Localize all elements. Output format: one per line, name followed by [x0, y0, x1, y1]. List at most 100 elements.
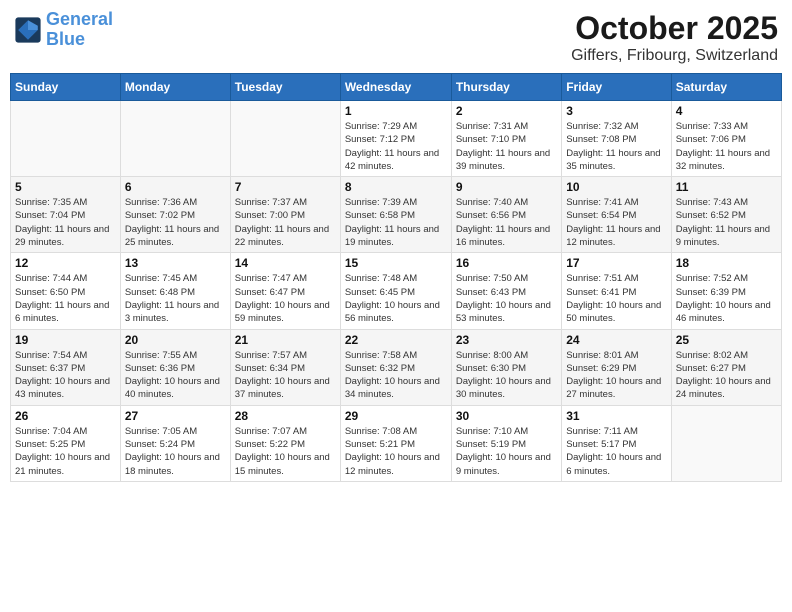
day-number: 24	[566, 333, 666, 347]
day-number: 25	[676, 333, 777, 347]
month-title: October 2025	[571, 10, 778, 47]
calendar-day-cell: 20 Sunrise: 7:55 AM Sunset: 6:36 PM Dayli…	[120, 329, 230, 405]
day-number: 2	[456, 104, 557, 118]
calendar-table: SundayMondayTuesdayWednesdayThursdayFrid…	[10, 73, 782, 482]
weekday-header-cell: Wednesday	[340, 74, 451, 101]
weekday-header-cell: Sunday	[11, 74, 121, 101]
day-number: 9	[456, 180, 557, 194]
logo-text: GeneralBlue	[46, 10, 113, 50]
calendar-week-row: 12 Sunrise: 7:44 AM Sunset: 6:50 PM Dayli…	[11, 253, 782, 329]
day-number: 22	[345, 333, 447, 347]
weekday-header-cell: Thursday	[451, 74, 561, 101]
weekday-header-cell: Monday	[120, 74, 230, 101]
day-number: 18	[676, 256, 777, 270]
day-info: Sunrise: 7:40 AM Sunset: 6:56 PM Dayligh…	[456, 196, 557, 249]
day-number: 30	[456, 409, 557, 423]
day-info: Sunrise: 8:01 AM Sunset: 6:29 PM Dayligh…	[566, 349, 666, 402]
calendar-day-cell: 27 Sunrise: 7:05 AM Sunset: 5:24 PM Dayli…	[120, 405, 230, 481]
day-info: Sunrise: 7:36 AM Sunset: 7:02 PM Dayligh…	[125, 196, 226, 249]
day-number: 8	[345, 180, 447, 194]
day-info: Sunrise: 7:32 AM Sunset: 7:08 PM Dayligh…	[566, 120, 666, 173]
calendar-day-cell: 26 Sunrise: 7:04 AM Sunset: 5:25 PM Dayli…	[11, 405, 121, 481]
day-number: 5	[15, 180, 116, 194]
day-number: 20	[125, 333, 226, 347]
day-info: Sunrise: 7:37 AM Sunset: 7:00 PM Dayligh…	[235, 196, 336, 249]
calendar-day-cell: 7 Sunrise: 7:37 AM Sunset: 7:00 PM Daylig…	[230, 177, 340, 253]
calendar-week-row: 1 Sunrise: 7:29 AM Sunset: 7:12 PM Daylig…	[11, 101, 782, 177]
logo-icon	[14, 16, 42, 44]
calendar-day-cell: 5 Sunrise: 7:35 AM Sunset: 7:04 PM Daylig…	[11, 177, 121, 253]
calendar-day-cell: 19Sunrise: 7:54 AM Sunset: 6:37 PM Dayli…	[11, 329, 121, 405]
day-number: 27	[125, 409, 226, 423]
calendar-day-cell	[11, 101, 121, 177]
weekday-header-cell: Tuesday	[230, 74, 340, 101]
calendar-day-cell: 22 Sunrise: 7:58 AM Sunset: 6:32 PM Dayli…	[340, 329, 451, 405]
day-info: Sunrise: 7:04 AM Sunset: 5:25 PM Dayligh…	[15, 425, 116, 478]
day-info: Sunrise: 8:00 AM Sunset: 6:30 PM Dayligh…	[456, 349, 557, 402]
day-number: 1	[345, 104, 447, 118]
day-info: Sunrise: 7:58 AM Sunset: 6:32 PM Dayligh…	[345, 349, 447, 402]
calendar-day-cell: 2 Sunrise: 7:31 AM Sunset: 7:10 PM Daylig…	[451, 101, 561, 177]
day-number: 12	[15, 256, 116, 270]
day-number: 21	[235, 333, 336, 347]
calendar-day-cell: 18 Sunrise: 7:52 AM Sunset: 6:39 PM Dayli…	[671, 253, 781, 329]
calendar-day-cell: 8Sunrise: 7:39 AM Sunset: 6:58 PM Daylig…	[340, 177, 451, 253]
calendar-week-row: 26 Sunrise: 7:04 AM Sunset: 5:25 PM Dayli…	[11, 405, 782, 481]
day-number: 31	[566, 409, 666, 423]
page-header: GeneralBlue October 2025 Giffers, Fribou…	[10, 10, 782, 65]
day-info: Sunrise: 7:11 AM Sunset: 5:17 PM Dayligh…	[566, 425, 666, 478]
day-number: 13	[125, 256, 226, 270]
day-number: 10	[566, 180, 666, 194]
calendar-week-row: 19Sunrise: 7:54 AM Sunset: 6:37 PM Dayli…	[11, 329, 782, 405]
calendar-day-cell: 31 Sunrise: 7:11 AM Sunset: 5:17 PM Dayli…	[562, 405, 671, 481]
calendar-day-cell	[671, 405, 781, 481]
calendar-day-cell: 29Sunrise: 7:08 AM Sunset: 5:21 PM Dayli…	[340, 405, 451, 481]
day-number: 7	[235, 180, 336, 194]
day-info: Sunrise: 7:55 AM Sunset: 6:36 PM Dayligh…	[125, 349, 226, 402]
day-info: Sunrise: 8:02 AM Sunset: 6:27 PM Dayligh…	[676, 349, 777, 402]
day-info: Sunrise: 7:47 AM Sunset: 6:47 PM Dayligh…	[235, 272, 336, 325]
day-number: 26	[15, 409, 116, 423]
day-info: Sunrise: 7:33 AM Sunset: 7:06 PM Dayligh…	[676, 120, 777, 173]
day-info: Sunrise: 7:10 AM Sunset: 5:19 PM Dayligh…	[456, 425, 557, 478]
weekday-header-row: SundayMondayTuesdayWednesdayThursdayFrid…	[11, 74, 782, 101]
day-info: Sunrise: 7:45 AM Sunset: 6:48 PM Dayligh…	[125, 272, 226, 325]
day-info: Sunrise: 7:31 AM Sunset: 7:10 PM Dayligh…	[456, 120, 557, 173]
calendar-day-cell	[230, 101, 340, 177]
calendar-day-cell: 12 Sunrise: 7:44 AM Sunset: 6:50 PM Dayli…	[11, 253, 121, 329]
day-info: Sunrise: 7:07 AM Sunset: 5:22 PM Dayligh…	[235, 425, 336, 478]
calendar-day-cell	[120, 101, 230, 177]
weekday-header-cell: Saturday	[671, 74, 781, 101]
day-number: 3	[566, 104, 666, 118]
calendar-day-cell: 30 Sunrise: 7:10 AM Sunset: 5:19 PM Dayli…	[451, 405, 561, 481]
calendar-day-cell: 14 Sunrise: 7:47 AM Sunset: 6:47 PM Dayli…	[230, 253, 340, 329]
calendar-day-cell: 6Sunrise: 7:36 AM Sunset: 7:02 PM Daylig…	[120, 177, 230, 253]
day-info: Sunrise: 7:51 AM Sunset: 6:41 PM Dayligh…	[566, 272, 666, 325]
day-info: Sunrise: 7:44 AM Sunset: 6:50 PM Dayligh…	[15, 272, 116, 325]
calendar-day-cell: 25 Sunrise: 8:02 AM Sunset: 6:27 PM Dayli…	[671, 329, 781, 405]
day-info: Sunrise: 7:57 AM Sunset: 6:34 PM Dayligh…	[235, 349, 336, 402]
logo: GeneralBlue	[14, 10, 113, 50]
day-info: Sunrise: 7:05 AM Sunset: 5:24 PM Dayligh…	[125, 425, 226, 478]
day-number: 15	[345, 256, 447, 270]
day-info: Sunrise: 7:52 AM Sunset: 6:39 PM Dayligh…	[676, 272, 777, 325]
location: Giffers, Fribourg, Switzerland	[571, 47, 778, 65]
calendar-day-cell: 21 Sunrise: 7:57 AM Sunset: 6:34 PM Dayli…	[230, 329, 340, 405]
calendar-day-cell: 23Sunrise: 8:00 AM Sunset: 6:30 PM Dayli…	[451, 329, 561, 405]
calendar-day-cell: 10 Sunrise: 7:41 AM Sunset: 6:54 PM Dayli…	[562, 177, 671, 253]
day-number: 14	[235, 256, 336, 270]
day-number: 11	[676, 180, 777, 194]
calendar-day-cell: 11Sunrise: 7:43 AM Sunset: 6:52 PM Dayli…	[671, 177, 781, 253]
day-info: Sunrise: 7:35 AM Sunset: 7:04 PM Dayligh…	[15, 196, 116, 249]
day-number: 17	[566, 256, 666, 270]
calendar-day-cell: 17 Sunrise: 7:51 AM Sunset: 6:41 PM Dayli…	[562, 253, 671, 329]
day-info: Sunrise: 7:48 AM Sunset: 6:45 PM Dayligh…	[345, 272, 447, 325]
day-info: Sunrise: 7:29 AM Sunset: 7:12 PM Dayligh…	[345, 120, 447, 173]
day-info: Sunrise: 7:41 AM Sunset: 6:54 PM Dayligh…	[566, 196, 666, 249]
calendar-day-cell: 16Sunrise: 7:50 AM Sunset: 6:43 PM Dayli…	[451, 253, 561, 329]
calendar-day-cell: 28Sunrise: 7:07 AM Sunset: 5:22 PM Dayli…	[230, 405, 340, 481]
day-number: 29	[345, 409, 447, 423]
calendar-day-cell: 15 Sunrise: 7:48 AM Sunset: 6:45 PM Dayli…	[340, 253, 451, 329]
day-number: 4	[676, 104, 777, 118]
day-info: Sunrise: 7:50 AM Sunset: 6:43 PM Dayligh…	[456, 272, 557, 325]
